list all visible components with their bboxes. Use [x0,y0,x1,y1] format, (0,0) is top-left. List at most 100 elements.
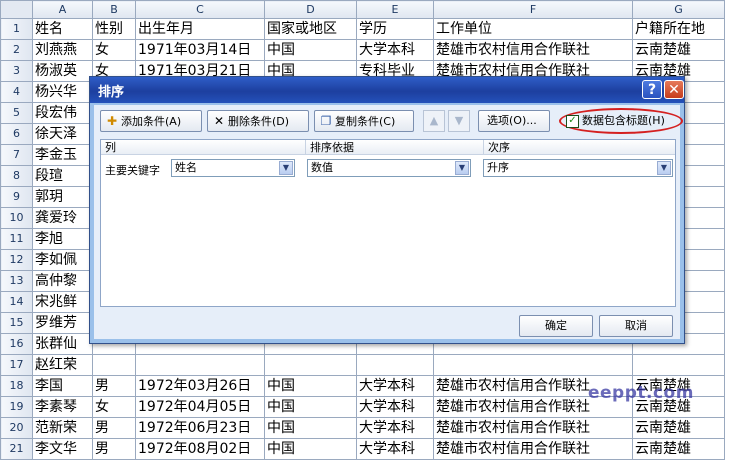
cell-edu[interactable]: 学历 [356,18,434,40]
cell-name[interactable]: 李文华 [32,438,93,460]
cell-gender[interactable]: 性别 [92,18,136,40]
cell-name[interactable]: 李如佩 [32,249,93,271]
has-header-checkbox[interactable]: ✓ [566,114,579,128]
chevron-down-icon[interactable]: ▼ [279,161,293,175]
cell-name[interactable]: 段瑄 [32,165,93,187]
cell-birth[interactable]: 1971年03月14日 [135,39,265,61]
has-header-checkbox-row[interactable]: ✓ 数据包含标题(H) [566,111,665,131]
cell-gender[interactable]: 女 [92,39,136,61]
delete-condition-button[interactable]: ✕ 删除条件(D) [207,110,309,132]
column-header-b[interactable]: B [92,0,136,19]
sort-key-select[interactable]: 姓名 ▼ [171,159,295,177]
move-down-button[interactable]: ▼ [448,110,470,132]
copy-condition-button[interactable]: ❐ 复制条件(C) [314,110,414,132]
cell-birth[interactable]: 1972年06月23日 [135,417,265,439]
cell-country[interactable]: 中国 [264,438,357,460]
column-header-a[interactable]: A [32,0,93,19]
cell-birth[interactable]: 1972年03月26日 [135,375,265,397]
cell-name[interactable]: 高仲黎 [32,270,93,292]
cell-edu[interactable]: 大学本科 [356,396,434,418]
row-header[interactable]: 13 [0,270,33,292]
sort-on-select[interactable]: 数值 ▼ [307,159,471,177]
ok-button[interactable]: 确定 [519,315,593,337]
cell-name[interactable]: 宋兆鲜 [32,291,93,313]
cell-name[interactable]: 姓名 [32,18,93,40]
order-select[interactable]: 升序 ▼ [483,159,673,177]
row-header[interactable]: 19 [0,396,33,418]
cell-name[interactable]: 徐天泽 [32,123,93,145]
column-header-g[interactable]: G [632,0,725,19]
cell-name[interactable]: 杨淑英 [32,60,93,82]
select-all-corner[interactable] [0,0,33,19]
close-button[interactable]: ✕ [664,80,684,99]
cell-edu[interactable] [356,354,434,376]
cell-birth[interactable]: 出生年月 [135,18,265,40]
row-header[interactable]: 7 [0,144,33,166]
row-header[interactable]: 2 [0,39,33,61]
row-header[interactable]: 18 [0,375,33,397]
cell-name[interactable]: 罗维芳 [32,312,93,334]
column-header-f[interactable]: F [433,0,633,19]
row-header[interactable]: 20 [0,417,33,439]
cell-name[interactable]: 张群仙 [32,333,93,355]
cell-gender[interactable]: 男 [92,417,136,439]
cell-name[interactable]: 龚爱玲 [32,207,93,229]
cell-edu[interactable]: 大学本科 [356,417,434,439]
row-header[interactable]: 4 [0,81,33,103]
cell-gender[interactable]: 女 [92,396,136,418]
cell-birth[interactable]: 1972年04月05日 [135,396,265,418]
column-header-e[interactable]: E [356,0,434,19]
cell-birth[interactable]: 1972年08月02日 [135,438,265,460]
cell-name[interactable]: 杨兴华 [32,81,93,103]
cell-name[interactable]: 段宏伟 [32,102,93,124]
chevron-down-icon[interactable]: ▼ [657,161,671,175]
row-header[interactable]: 10 [0,207,33,229]
row-header[interactable]: 3 [0,60,33,82]
cell-home[interactable]: 云南楚雄 [632,39,725,61]
row-header[interactable]: 1 [0,18,33,40]
cell-work[interactable]: 工作单位 [433,18,633,40]
column-header-d[interactable]: D [264,0,357,19]
cell-name[interactable]: 郭玥 [32,186,93,208]
row-header[interactable]: 11 [0,228,33,250]
cell-home[interactable]: 户籍所在地 [632,18,725,40]
add-condition-button[interactable]: ✚ 添加条件(A) [100,110,202,132]
cell-country[interactable] [264,354,357,376]
cell-country[interactable]: 中国 [264,39,357,61]
cell-edu[interactable]: 大学本科 [356,438,434,460]
cell-name[interactable]: 范新荣 [32,417,93,439]
cell-name[interactable]: 李金玉 [32,144,93,166]
cell-country[interactable]: 国家或地区 [264,18,357,40]
cell-name[interactable]: 李素琴 [32,396,93,418]
cell-name[interactable]: 刘燕燕 [32,39,93,61]
cell-gender[interactable]: 男 [92,438,136,460]
cell-country[interactable]: 中国 [264,417,357,439]
row-header[interactable]: 6 [0,123,33,145]
cell-name[interactable]: 赵红荣 [32,354,93,376]
row-header[interactable]: 8 [0,165,33,187]
cell-home[interactable]: 云南楚雄 [632,438,725,460]
chevron-down-icon[interactable]: ▼ [455,161,469,175]
row-header[interactable]: 12 [0,249,33,271]
options-button[interactable]: 选项(O)... [478,110,550,132]
row-header[interactable]: 9 [0,186,33,208]
cell-home[interactable]: 云南楚雄 [632,417,725,439]
cell-work[interactable] [433,354,633,376]
cell-home[interactable] [632,354,725,376]
row-header[interactable]: 16 [0,333,33,355]
cell-edu[interactable]: 大学本科 [356,39,434,61]
dialog-title-bar[interactable]: 排序 ? ✕ [90,77,684,103]
cell-birth[interactable] [135,354,265,376]
row-header[interactable]: 21 [0,438,33,460]
row-header[interactable]: 5 [0,102,33,124]
cell-work[interactable]: 楚雄市农村信用合作联社 [433,438,633,460]
cell-name[interactable]: 李国 [32,375,93,397]
help-button[interactable]: ? [642,80,662,99]
cell-work[interactable]: 楚雄市农村信用合作联社 [433,417,633,439]
cell-country[interactable]: 中国 [264,396,357,418]
row-header[interactable]: 14 [0,291,33,313]
cell-name[interactable]: 李旭 [32,228,93,250]
row-header[interactable]: 17 [0,354,33,376]
move-up-button[interactable]: ▲ [423,110,445,132]
cell-work[interactable]: 楚雄市农村信用合作联社 [433,39,633,61]
